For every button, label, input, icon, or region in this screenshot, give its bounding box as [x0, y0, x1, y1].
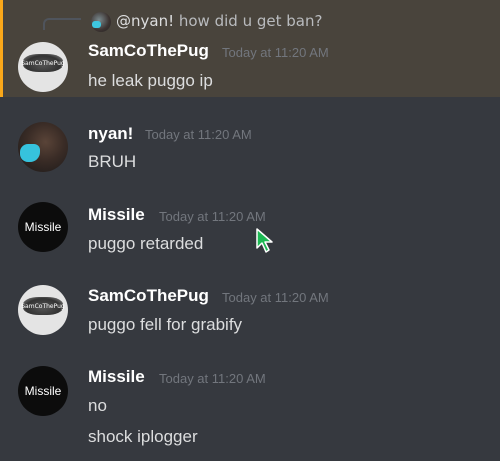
message-timestamp: Today at 11:20 AM — [159, 371, 266, 386]
avatar[interactable]: SamCoThePug — [18, 285, 68, 335]
reply-connector — [43, 18, 81, 30]
avatar[interactable]: Missile — [18, 202, 68, 252]
avatar[interactable]: Missile — [18, 366, 68, 416]
message-author[interactable]: Missile — [88, 205, 145, 225]
message-timestamp: Today at 11:20 AM — [159, 209, 266, 224]
chat-message-list: @nyan! how did u get ban? SamCoThePug Sa… — [0, 0, 500, 461]
message-author[interactable]: nyan! — [88, 124, 133, 144]
message-content: puggo retarded — [88, 234, 204, 253]
avatar[interactable]: SamCoThePug — [18, 42, 68, 92]
reply-avatar[interactable] — [91, 12, 111, 32]
message-timestamp: Today at 11:20 AM — [145, 127, 252, 142]
avatar[interactable] — [18, 122, 68, 172]
mouse-pointer-icon — [256, 228, 273, 253]
reply-author[interactable]: @nyan! — [116, 12, 174, 30]
avatar-label: Missile — [24, 384, 62, 398]
message-author[interactable]: SamCoThePug — [88, 41, 209, 61]
message-content: no — [88, 396, 107, 415]
message-content: puggo fell for grabify — [88, 315, 243, 334]
message-content: he leak puggo ip — [88, 71, 213, 90]
message-author[interactable]: Missile — [88, 367, 145, 387]
avatar-label: Missile — [24, 220, 62, 234]
message-author[interactable]: SamCoThePug — [88, 286, 209, 306]
message-content: shock iplogger — [88, 427, 198, 446]
reply-preview[interactable]: @nyan! how did u get ban? — [116, 12, 322, 30]
message-content: BRUH — [88, 152, 137, 171]
reply-text: how did u get ban? — [174, 12, 323, 30]
message-timestamp: Today at 11:20 AM — [222, 45, 329, 60]
avatar-label: SamCoThePug — [21, 60, 65, 67]
message-timestamp: Today at 11:20 AM — [222, 290, 329, 305]
avatar-label: SamCoThePug — [21, 303, 65, 310]
